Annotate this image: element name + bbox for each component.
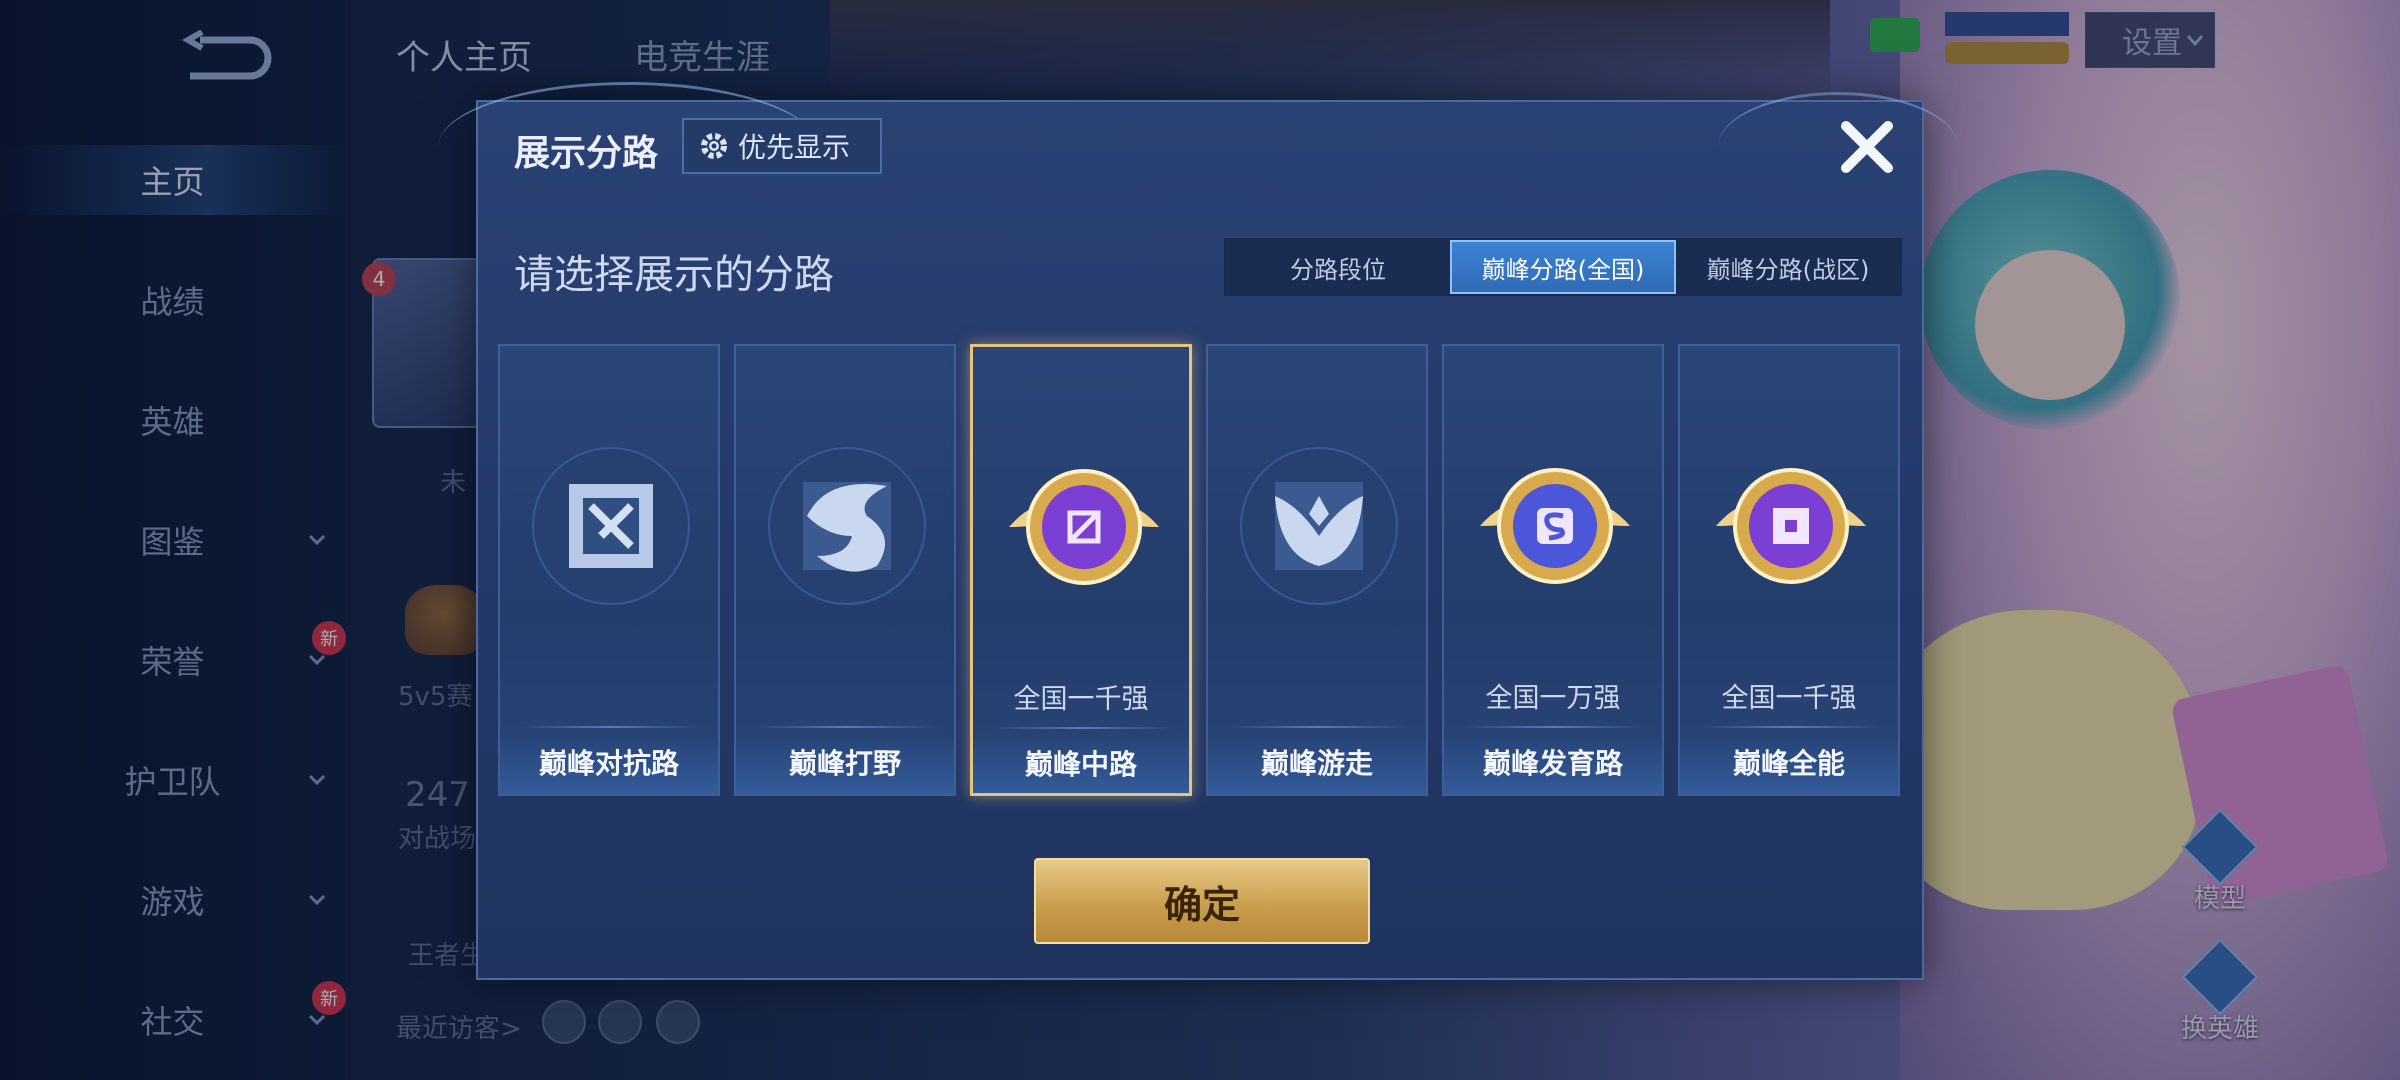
divider: [1228, 726, 1408, 728]
lane-card-all-round[interactable]: 全国一千强 巅峰全能: [1678, 344, 1900, 796]
lane-name: 巅峰对抗路: [538, 747, 679, 780]
lane-name: 巅峰全能: [1732, 747, 1845, 780]
lane-card-list: 巅峰对抗路 巅峰打野 全国一千强 巅峰中路 巅峰游走 全国一万强 巅峰发育路 全…: [498, 344, 1908, 798]
divider: [993, 727, 1173, 729]
all-round-gold-icon: [1716, 468, 1866, 584]
mid-lane-gold-icon: [1009, 469, 1159, 585]
lane-name: 巅峰游走: [1260, 747, 1373, 780]
divider: [1700, 726, 1880, 728]
gear-icon: [701, 133, 727, 159]
close-icon[interactable]: [1832, 112, 1902, 182]
lane-rank-text: 全国一千强: [1013, 684, 1149, 715]
lane-card-roam[interactable]: 巅峰游走: [1206, 344, 1428, 796]
select-lane-prompt: 请选择展示的分路: [514, 252, 834, 298]
wings-roam-icon: [1240, 447, 1398, 605]
lane-rank-text: 全国一万强: [1485, 683, 1621, 714]
lane-rank-text: 全国一千强: [1721, 683, 1857, 714]
dragon-jungle-icon: [768, 447, 926, 605]
tab-lane-rank[interactable]: 分路段位: [1226, 240, 1450, 294]
lane-name: 巅峰打野: [788, 747, 901, 780]
dialog-title: 展示分路: [514, 133, 659, 174]
lane-name: 巅峰中路: [1024, 748, 1137, 781]
priority-label: 优先显示: [738, 131, 851, 164]
priority-display-button[interactable]: 优先显示: [682, 118, 882, 174]
tab-peak-lane-national[interactable]: 巅峰分路(全国): [1450, 240, 1676, 294]
carry-lane-gold-icon: [1480, 468, 1630, 584]
lane-display-dialog: 展示分路 优先显示 请选择展示的分路 分路段位 巅峰分路(全国) 巅峰分路(战区…: [438, 82, 1958, 980]
divider: [1464, 726, 1644, 728]
lane-card-top[interactable]: 巅峰对抗路: [498, 344, 720, 796]
divider: [520, 726, 700, 728]
confirm-button[interactable]: 确定: [1034, 858, 1370, 944]
tab-peak-lane-region[interactable]: 巅峰分路(战区): [1676, 240, 1900, 294]
lane-card-mid[interactable]: 全国一千强 巅峰中路: [970, 344, 1192, 796]
lane-card-carry[interactable]: 全国一万强 巅峰发育路: [1442, 344, 1664, 796]
lane-name: 巅峰发育路: [1482, 747, 1623, 780]
lane-card-jungle[interactable]: 巅峰打野: [734, 344, 956, 796]
sword-lane-icon: [532, 447, 690, 605]
lane-scope-tabs: 分路段位 巅峰分路(全国) 巅峰分路(战区): [1224, 238, 1902, 296]
divider: [756, 726, 936, 728]
